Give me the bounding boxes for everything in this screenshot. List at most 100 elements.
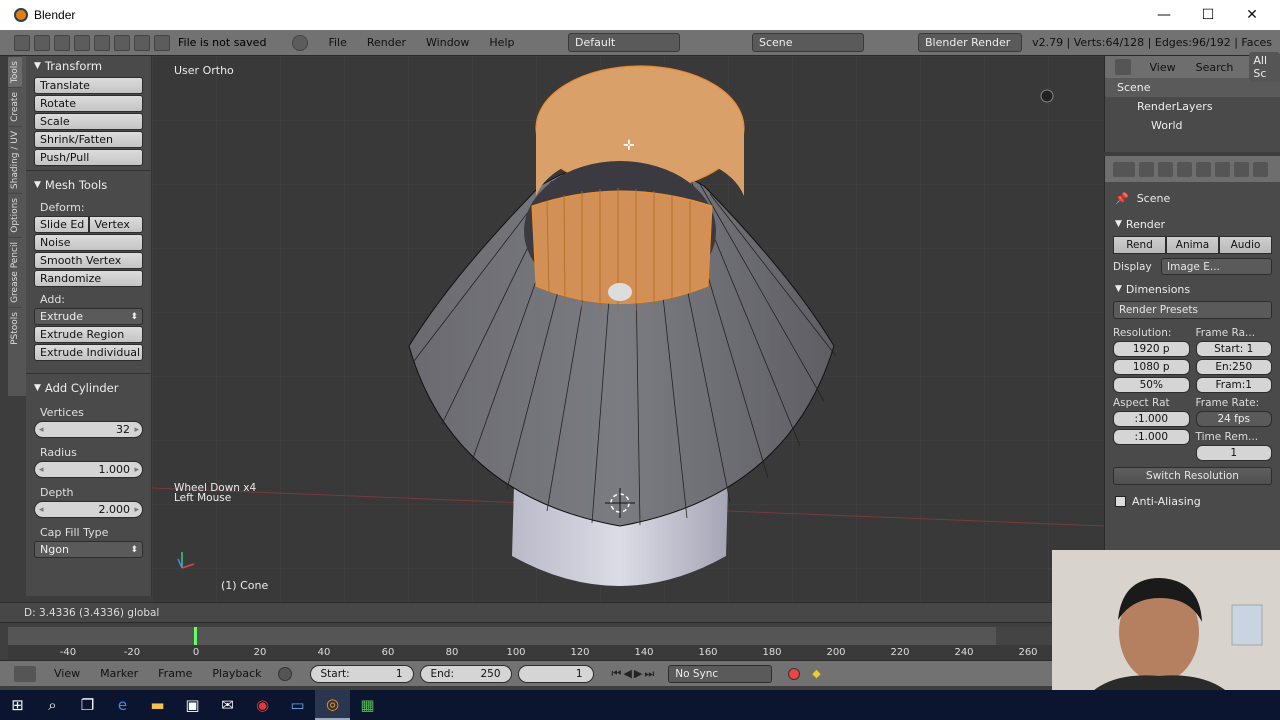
timeline-view-menu[interactable]: View (54, 667, 80, 680)
vertices-field[interactable]: 32 (34, 421, 143, 438)
anti-aliasing-panel-header[interactable]: Anti-Aliasing (1105, 491, 1280, 511)
render-icon[interactable] (134, 34, 150, 51)
outliner-search-menu[interactable]: Search (1196, 61, 1234, 74)
end-frame-field[interactable]: End: 250 (419, 664, 512, 683)
search-icon[interactable]: ⌕ (35, 690, 70, 720)
info-icon[interactable] (292, 34, 309, 51)
timeline-marker-menu[interactable]: Marker (100, 667, 138, 680)
scene-selector[interactable]: Scene (752, 33, 864, 52)
transform-panel-header[interactable]: ▼ Transform (26, 56, 151, 76)
3d-viewport[interactable]: ✛ User Ortho Wheel Down x4 Left Mouse (1… (152, 56, 1104, 602)
record-icon[interactable] (788, 667, 801, 680)
extrude-region-button[interactable]: Extrude Region (34, 326, 143, 343)
preferences-icon[interactable] (154, 34, 170, 51)
timeline[interactable]: -40 -20 0 20 40 60 80 100 120 140 160 180 200 220 240 2… (0, 622, 1052, 661)
open-file-icon[interactable] (94, 34, 110, 51)
frame-step-field[interactable]: Fram:1 (1195, 377, 1272, 393)
modifiers-tab-icon[interactable] (1253, 161, 1268, 177)
menu-file[interactable]: File (328, 36, 346, 49)
menu-render[interactable]: Render (367, 36, 406, 49)
mail-icon[interactable]: ✉ (210, 690, 245, 720)
render-tab-icon[interactable] (1139, 161, 1154, 177)
outliner-item-renderlayers[interactable]: RenderLayers (1105, 97, 1280, 116)
camtasia-icon[interactable]: ▦ (350, 690, 385, 720)
save-file-icon[interactable] (114, 34, 130, 51)
properties-editor-icon[interactable] (1113, 161, 1135, 177)
time-remap-field[interactable]: 1 (1195, 445, 1272, 461)
constraints-tab-icon[interactable] (1234, 161, 1249, 177)
end-frame-field[interactable]: En:250 (1195, 359, 1272, 375)
task-view-icon[interactable]: ❐ (70, 690, 105, 720)
dimensions-panel-header[interactable]: ▼ Dimensions (1105, 279, 1280, 299)
timeline-editor-icon[interactable] (14, 665, 36, 682)
object-tab-icon[interactable] (1215, 161, 1230, 177)
world-tab-icon[interactable] (1196, 161, 1211, 177)
timeline-playback-menu[interactable]: Playback (212, 667, 261, 680)
aspect-x-field[interactable]: :1.000 (1113, 411, 1190, 427)
randomize-button[interactable]: Randomize (34, 270, 143, 287)
tab-grease-pencil[interactable]: Grease Pencil (8, 236, 22, 307)
push-pull-button[interactable]: Push/Pull (34, 149, 143, 166)
render-engine-selector[interactable]: Blender Render (918, 33, 1022, 52)
render-panel-header[interactable]: ▼ Render (1105, 214, 1280, 234)
animation-button[interactable]: Anima (1166, 236, 1219, 254)
tab-pstools[interactable]: PStools (8, 306, 22, 349)
close-button[interactable]: ✕ (1230, 0, 1274, 30)
translate-button[interactable]: Translate (34, 77, 143, 94)
noise-button[interactable]: Noise (34, 234, 143, 251)
opera-browser-icon[interactable]: ◉ (245, 690, 280, 720)
blender-taskbar-icon[interactable]: ◎ (315, 690, 350, 720)
viewport-scene[interactable]: ✛ (152, 56, 1104, 602)
file-explorer-icon[interactable]: ▬ (140, 690, 175, 720)
maximize-button[interactable]: ☐ (1186, 0, 1230, 30)
audio-button[interactable]: Audio (1219, 236, 1272, 254)
display-dropdown[interactable]: Image E... (1161, 258, 1272, 275)
radius-field[interactable]: 1.000 (34, 461, 143, 478)
resolution-percent-field[interactable]: 50% (1113, 377, 1190, 393)
keyboard-app-icon[interactable]: ▭ (280, 690, 315, 720)
mesh-tools-panel-header[interactable]: ▼ Mesh Tools (26, 175, 151, 195)
lamp-icon[interactable] (1040, 89, 1054, 103)
render-presets-dropdown[interactable]: Render Presets (1113, 301, 1272, 319)
tab-tools[interactable]: Tools (8, 56, 22, 88)
operator-panel-header[interactable]: ▼ Add Cylinder (26, 378, 151, 398)
scale-button[interactable]: Scale (34, 113, 143, 130)
windows-start-icon[interactable]: ⊞ (0, 690, 35, 720)
tab-shading-uv[interactable]: Shading / UV (8, 126, 22, 194)
auto-keying-icon[interactable] (277, 666, 292, 681)
aspect-y-field[interactable]: :1.000 (1113, 429, 1190, 445)
store-icon[interactable]: ▣ (175, 690, 210, 720)
outliner-item-world[interactable]: World (1105, 116, 1280, 135)
anti-aliasing-checkbox[interactable] (1115, 495, 1126, 507)
outliner-view-menu[interactable]: View (1149, 61, 1175, 74)
slide-edge-button[interactable]: Slide Ed (34, 216, 89, 233)
smooth-vertex-button[interactable]: Smooth Vertex (34, 252, 143, 269)
menu-window[interactable]: Window (426, 36, 469, 49)
editor-type-icon[interactable] (14, 34, 30, 51)
edge-browser-icon[interactable]: e (105, 690, 140, 720)
switch-resolution-button[interactable]: Switch Resolution (1113, 467, 1272, 485)
tab-create[interactable]: Create (8, 87, 22, 127)
playback-controls-icon[interactable]: ⏮◀▶⏭ (612, 667, 657, 681)
extrude-dropdown[interactable]: Extrude (34, 308, 143, 325)
shrink-fatten-button[interactable]: Shrink/Fatten (34, 131, 143, 148)
undo-icon[interactable] (34, 34, 50, 51)
outliner-editor-icon[interactable] (1115, 59, 1132, 75)
cap-fill-dropdown[interactable]: Ngon (34, 541, 143, 558)
resolution-x-field[interactable]: 1920 p (1113, 341, 1190, 357)
minimize-button[interactable]: — (1142, 0, 1186, 30)
timeline-frame-menu[interactable]: Frame (158, 667, 192, 680)
depth-field[interactable]: 2.000 (34, 501, 143, 518)
sync-mode-dropdown[interactable]: No Sync (668, 664, 773, 683)
tab-options[interactable]: Options (8, 193, 22, 237)
rotate-button[interactable]: Rotate (34, 95, 143, 112)
layout-selector[interactable]: Default (568, 33, 680, 52)
pin-icon[interactable]: 📌 (1115, 192, 1129, 205)
extrude-individual-button[interactable]: Extrude Individual (34, 344, 143, 361)
render-button[interactable]: Rend (1113, 236, 1166, 254)
render-layers-tab-icon[interactable] (1158, 161, 1173, 177)
scene-tab-icon[interactable] (1177, 161, 1192, 177)
current-frame-indicator[interactable] (194, 627, 197, 645)
outliner-display-mode[interactable]: All Sc (1249, 52, 1280, 82)
keyframe-icon[interactable]: ◆ (812, 667, 820, 680)
